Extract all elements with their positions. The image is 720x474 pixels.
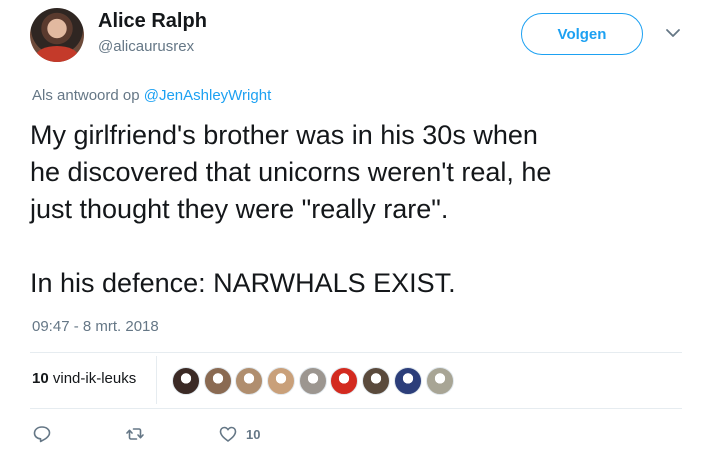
liker-avatar[interactable] — [362, 367, 391, 395]
likes-count[interactable]: 10 vind-ik-leuks — [32, 370, 136, 387]
reply-icon — [33, 426, 51, 443]
avatar-shirt — [36, 46, 78, 62]
tweet-timestamp[interactable]: 09:47 - 8 mrt. 2018 — [32, 318, 159, 335]
heart-icon — [219, 426, 237, 442]
follow-button[interactable]: Volgen — [521, 13, 643, 55]
likers-list — [172, 367, 457, 395]
likes-label: vind-ik-leuks — [48, 370, 137, 387]
like-action[interactable]: 10 — [218, 424, 260, 444]
liker-avatar[interactable] — [393, 367, 422, 395]
liker-avatar[interactable] — [267, 367, 296, 395]
reply-prefix: Als antwoord op — [32, 87, 144, 104]
liker-avatar[interactable] — [298, 367, 327, 395]
author-name[interactable]: Alice Ralph — [98, 10, 207, 33]
author-avatar[interactable] — [30, 8, 84, 62]
liker-avatar[interactable] — [235, 367, 264, 395]
liker-avatar[interactable] — [330, 367, 359, 395]
likes-number: 10 — [32, 370, 49, 387]
author-handle[interactable]: @alicaurusrex — [98, 38, 194, 55]
divider-top — [30, 352, 682, 353]
chevron-down-icon[interactable] — [664, 24, 682, 42]
liker-avatar[interactable] — [172, 367, 200, 395]
liker-avatar[interactable] — [425, 367, 454, 395]
tweet-text: My girlfriend's brother was in his 30s w… — [30, 120, 552, 298]
likes-separator — [156, 356, 157, 404]
retweet-icon — [126, 428, 144, 440]
liker-avatar[interactable] — [203, 367, 232, 395]
retweet-action[interactable] — [125, 424, 145, 444]
reply-action[interactable] — [32, 424, 52, 444]
like-count: 10 — [246, 426, 261, 442]
divider-bottom — [30, 408, 682, 409]
reply-mention-link[interactable]: @JenAshleyWright — [144, 87, 272, 104]
reply-context: Als antwoord op @JenAshleyWright — [32, 87, 271, 104]
